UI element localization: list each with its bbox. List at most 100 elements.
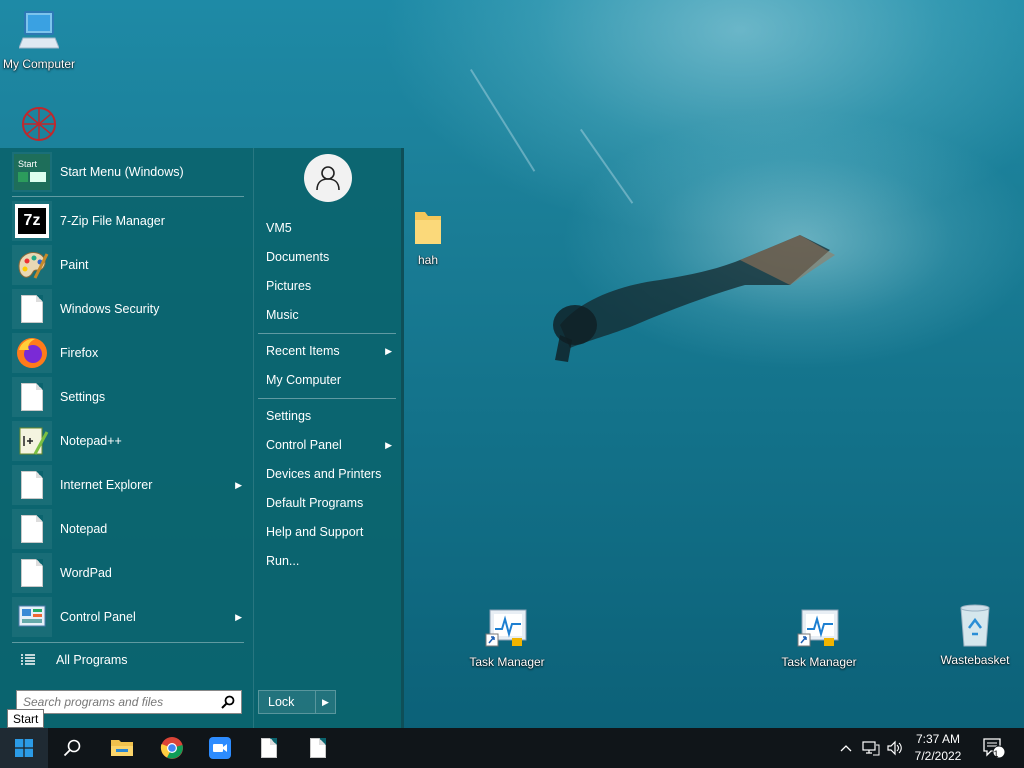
places-item-label: Settings bbox=[266, 409, 312, 423]
program-paint[interactable]: Paint bbox=[12, 245, 244, 285]
desktop-icon-wastebasket[interactable]: Wastebasket bbox=[930, 602, 1020, 667]
places-item-label: Control Panel bbox=[266, 438, 342, 452]
document-icon bbox=[12, 289, 52, 329]
recycle-bin-icon bbox=[960, 604, 990, 647]
places-item-user[interactable]: VM5 bbox=[266, 217, 396, 239]
action-center-button[interactable] bbox=[976, 728, 1012, 768]
chrome-icon bbox=[160, 737, 183, 759]
program-label: Notepad bbox=[60, 522, 108, 536]
task-manager-icon bbox=[797, 609, 839, 647]
program-label: Notepad++ bbox=[60, 434, 122, 448]
program-label: Paint bbox=[60, 258, 89, 272]
start-tooltip: Start bbox=[7, 709, 45, 728]
places-item-label: Music bbox=[266, 308, 299, 322]
menu-separator bbox=[12, 642, 244, 643]
search-icon[interactable] bbox=[221, 695, 235, 709]
places-item-pictures[interactable]: Pictures bbox=[266, 275, 396, 297]
program-settings[interactable]: Settings bbox=[12, 377, 244, 417]
places-item-label: Documents bbox=[266, 250, 330, 264]
all-programs-button[interactable]: All Programs bbox=[12, 648, 244, 672]
places-item-control-panel[interactable]: Control Panel ▶ bbox=[266, 434, 396, 456]
network-globe-icon bbox=[22, 107, 56, 141]
places-item-help-support[interactable]: Help and Support bbox=[266, 521, 396, 543]
places-item-label: Run... bbox=[266, 554, 300, 568]
taskbar-document-1[interactable] bbox=[245, 728, 293, 768]
lock-options-arrow-icon[interactable]: ▶ bbox=[315, 691, 335, 713]
lock-button-label: Lock bbox=[268, 695, 295, 709]
volume-tray-icon[interactable] bbox=[884, 728, 906, 768]
desktop-icon-my-computer[interactable]: My Computer bbox=[0, 8, 84, 71]
program-label: Windows Security bbox=[60, 302, 160, 316]
notepad-plus-plus-icon bbox=[12, 421, 52, 461]
desktop-icon-app[interactable] bbox=[0, 104, 84, 147]
taskbar-clock[interactable]: 7:37 AM 7/2/2022 bbox=[906, 731, 970, 765]
start-button[interactable] bbox=[0, 728, 48, 768]
submenu-arrow-icon: ▶ bbox=[235, 479, 242, 490]
all-programs-label: All Programs bbox=[56, 653, 128, 667]
places-item-recent-items[interactable]: Recent Items ▶ bbox=[266, 340, 396, 362]
submenu-arrow-icon: ▶ bbox=[385, 439, 392, 450]
search-programs-input[interactable] bbox=[23, 695, 221, 709]
clock-date: 7/2/2022 bbox=[914, 749, 962, 763]
document-icon bbox=[12, 377, 52, 417]
submenu-arrow-icon: ▶ bbox=[385, 345, 392, 356]
places-item-settings[interactable]: Settings bbox=[266, 405, 396, 427]
7zip-icon: 7z bbox=[12, 201, 52, 241]
taskbar-zoom[interactable] bbox=[196, 728, 244, 768]
places-item-label: Default Programs bbox=[266, 496, 364, 510]
taskbar bbox=[0, 728, 1024, 768]
network-icon bbox=[862, 741, 880, 756]
document-icon bbox=[261, 738, 277, 758]
desktop-icon-label: My Computer bbox=[2, 57, 76, 71]
7zip-icon-text: 7z bbox=[18, 208, 46, 234]
file-explorer-icon bbox=[111, 740, 133, 756]
program-label: Settings bbox=[60, 390, 106, 404]
document-icon bbox=[12, 465, 52, 505]
menu-separator bbox=[258, 398, 396, 399]
program-windows-security[interactable]: Windows Security bbox=[12, 289, 244, 329]
places-item-default-programs[interactable]: Default Programs bbox=[266, 492, 396, 514]
start-icon-text: Start bbox=[18, 159, 38, 169]
program-notepad[interactable]: Notepad bbox=[12, 509, 244, 549]
network-tray-icon[interactable] bbox=[860, 728, 882, 768]
places-item-run[interactable]: Run... bbox=[266, 550, 396, 572]
program-label: Firefox bbox=[60, 346, 99, 360]
places-item-documents[interactable]: Documents bbox=[266, 246, 396, 268]
document-icon bbox=[12, 509, 52, 549]
firefox-icon bbox=[12, 333, 52, 373]
program-7zip[interactable]: 7z 7-Zip File Manager bbox=[12, 201, 244, 241]
places-item-label: My Computer bbox=[266, 373, 342, 387]
menu-separator bbox=[258, 333, 396, 334]
user-avatar[interactable] bbox=[304, 154, 352, 202]
program-wordpad[interactable]: WordPad bbox=[12, 553, 244, 593]
search-icon bbox=[63, 739, 81, 757]
computer-icon bbox=[18, 11, 60, 49]
places-item-my-computer[interactable]: My Computer bbox=[266, 369, 396, 391]
program-label: 7-Zip File Manager bbox=[60, 214, 165, 228]
program-control-panel[interactable]: Control Panel ▶ bbox=[12, 597, 244, 637]
places-item-label: VM5 bbox=[266, 221, 292, 235]
program-firefox[interactable]: Firefox bbox=[12, 333, 244, 373]
program-notepad-plus-plus[interactable]: Notepad++ bbox=[12, 421, 244, 461]
program-internet-explorer[interactable]: Internet Explorer ▶ bbox=[12, 465, 244, 505]
show-hidden-icons-button[interactable] bbox=[836, 728, 856, 768]
taskbar-search-button[interactable] bbox=[48, 728, 96, 768]
taskbar-file-explorer[interactable] bbox=[98, 728, 146, 768]
lock-button[interactable]: Lock ▶ bbox=[258, 690, 336, 714]
taskbar-chrome[interactable] bbox=[148, 728, 196, 768]
desktop-icon-task-manager[interactable]: Task Manager bbox=[462, 604, 552, 669]
desktop-icon-label: Task Manager bbox=[469, 655, 545, 669]
folder-icon bbox=[415, 212, 441, 244]
places-item-label: Pictures bbox=[266, 279, 312, 293]
search-programs-box[interactable] bbox=[16, 690, 242, 714]
windows-start-icon bbox=[15, 739, 33, 757]
places-item-devices-printers[interactable]: Devices and Printers bbox=[266, 463, 396, 485]
program-start-menu-windows[interactable]: Start Start Menu (Windows) bbox=[12, 152, 244, 192]
places-item-music[interactable]: Music bbox=[266, 304, 396, 326]
program-label: Internet Explorer bbox=[60, 478, 153, 492]
places-item-label: Devices and Printers bbox=[266, 467, 382, 481]
desktop-icon-task-manager[interactable]: Task Manager bbox=[774, 604, 864, 669]
taskbar-document-2[interactable] bbox=[294, 728, 342, 768]
program-label: Start Menu (Windows) bbox=[60, 165, 184, 179]
menu-separator bbox=[12, 196, 244, 197]
